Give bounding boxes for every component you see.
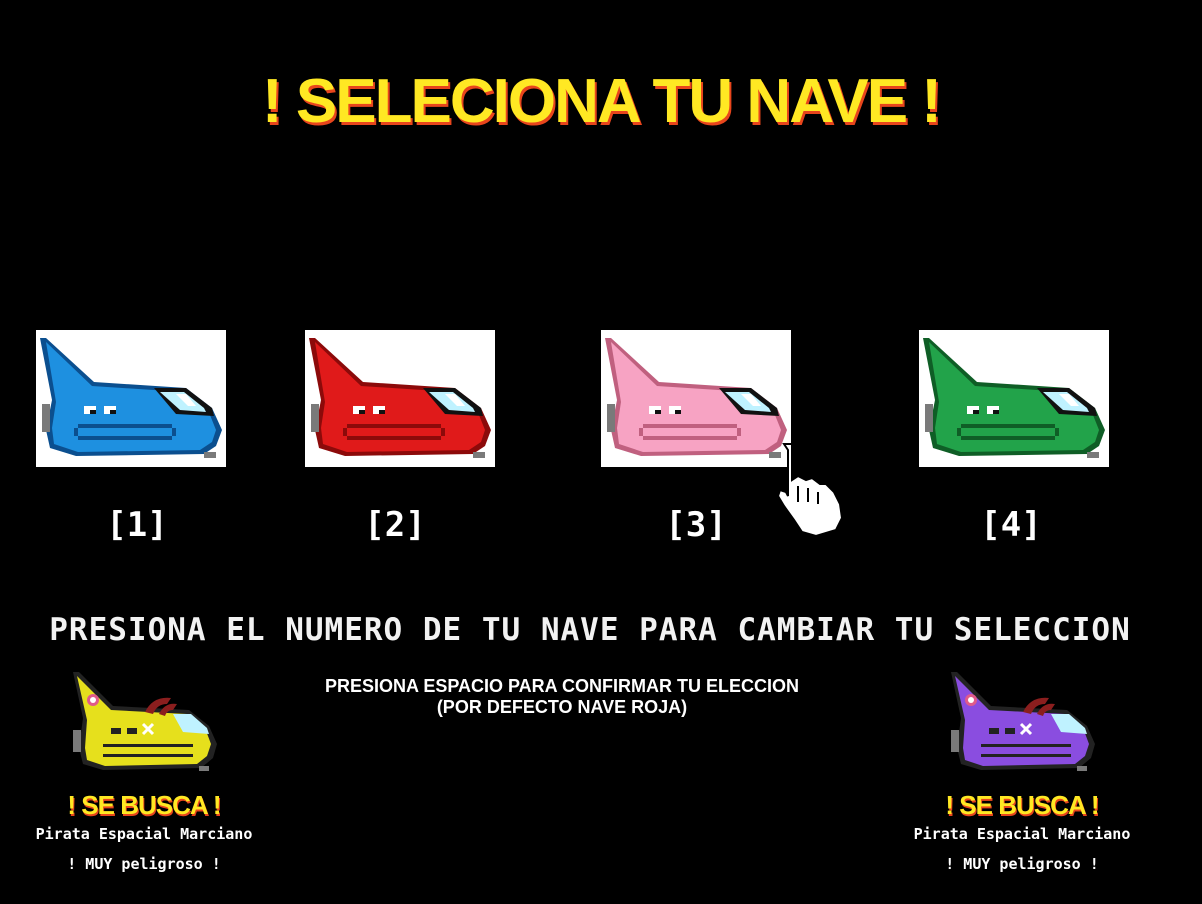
- wanted-subtitle: Pirata Espacial Marciano: [913, 825, 1131, 843]
- confirm-line-1: PRESIONA ESPACIO PARA CONFIRMAR TU ELECC…: [324, 676, 800, 696]
- ship-label-3: [3]: [665, 505, 727, 545]
- purple-pirate-ship-icon: [951, 672, 1095, 771]
- wanted-note: ! MUY peligroso !: [945, 855, 1099, 873]
- ship-option-4[interactable]: [919, 330, 1109, 467]
- page-title: ! SELECIONA TU NAVE !: [262, 67, 942, 136]
- hand-pointer-icon: [776, 443, 844, 538]
- pink-ship-icon: [605, 338, 787, 458]
- ship-option-1[interactable]: [36, 330, 226, 467]
- ship-label-1: [1]: [106, 505, 168, 545]
- change-selection-instruction: PRESIONA EL NUMERO DE TU NAVE PARA CAMBI…: [49, 612, 1131, 648]
- ship-label-2: [2]: [364, 505, 426, 545]
- green-ship-icon: [923, 338, 1105, 458]
- ship-label-4: [4]: [980, 505, 1042, 545]
- wanted-poster-right: ! SE BUSCA ! Pirata Espacial Marciano ! …: [892, 668, 1152, 873]
- yellow-pirate-ship-icon: [73, 672, 217, 771]
- wanted-poster-left: ! SE BUSCA ! Pirata Espacial Marciano ! …: [14, 668, 274, 873]
- ship-option-3[interactable]: [601, 330, 791, 467]
- red-ship-icon: [309, 338, 491, 458]
- wanted-title: ! SE BUSCA !: [945, 790, 1099, 820]
- wanted-note: ! MUY peligroso !: [67, 855, 221, 873]
- blue-ship-icon: [40, 338, 222, 458]
- confirm-instruction: PRESIONA ESPACIO PARA CONFIRMAR TU ELECC…: [262, 676, 862, 718]
- wanted-title: ! SE BUSCA !: [67, 790, 221, 820]
- ship-option-2[interactable]: [305, 330, 495, 467]
- wanted-subtitle: Pirata Espacial Marciano: [35, 825, 253, 843]
- confirm-line-2: (POR DEFECTO NAVE ROJA): [436, 697, 688, 717]
